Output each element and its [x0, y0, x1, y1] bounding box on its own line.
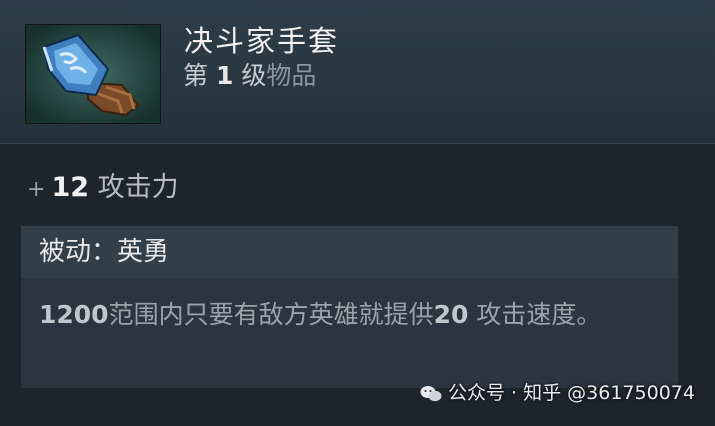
ability-speed-value: 20: [433, 300, 469, 329]
level-number: 1: [215, 61, 234, 90]
ability-description: 1200范围内只要有敌方英雄就提供20 攻击速度。: [39, 298, 669, 332]
stat-value: 12: [51, 172, 90, 203]
ability-desc-text: 范围内只要有敌方英雄就提供: [108, 300, 434, 329]
ability-header: 被动：英勇: [21, 226, 678, 278]
level-prefix: 第: [183, 61, 209, 90]
tooltip-header: 决斗家手套 第 1 级物品: [0, 0, 715, 144]
item-level: 第 1 级物品: [183, 61, 316, 91]
ability-desc-tail: 攻击速度。: [468, 300, 602, 329]
wechat-icon: [420, 385, 442, 401]
ability-title: 被动：英勇: [39, 237, 170, 267]
ability-range-value: 1200: [39, 300, 109, 329]
item-tooltip: 决斗家手套 第 1 级物品 +12 攻击力 被动：英勇 1200范围内只要有敌方…: [0, 0, 715, 426]
level-suffix: 级: [241, 61, 267, 90]
watermark-text: 公众号 · 知乎 @361750074: [448, 382, 695, 404]
gauntlet-icon: [26, 25, 160, 123]
watermark: 公众号 · 知乎 @361750074: [420, 380, 695, 406]
stat-label: 攻击力: [97, 172, 179, 203]
stat-plus: +: [27, 177, 46, 202]
stat-attack-damage: +12 攻击力: [27, 172, 179, 206]
item-kind: 物品: [266, 61, 317, 90]
ability-block: 被动：英勇 1200范围内只要有敌方英雄就提供20 攻击速度。: [21, 226, 678, 388]
item-name: 决斗家手套: [184, 24, 340, 58]
item-icon-frame: [25, 24, 161, 124]
